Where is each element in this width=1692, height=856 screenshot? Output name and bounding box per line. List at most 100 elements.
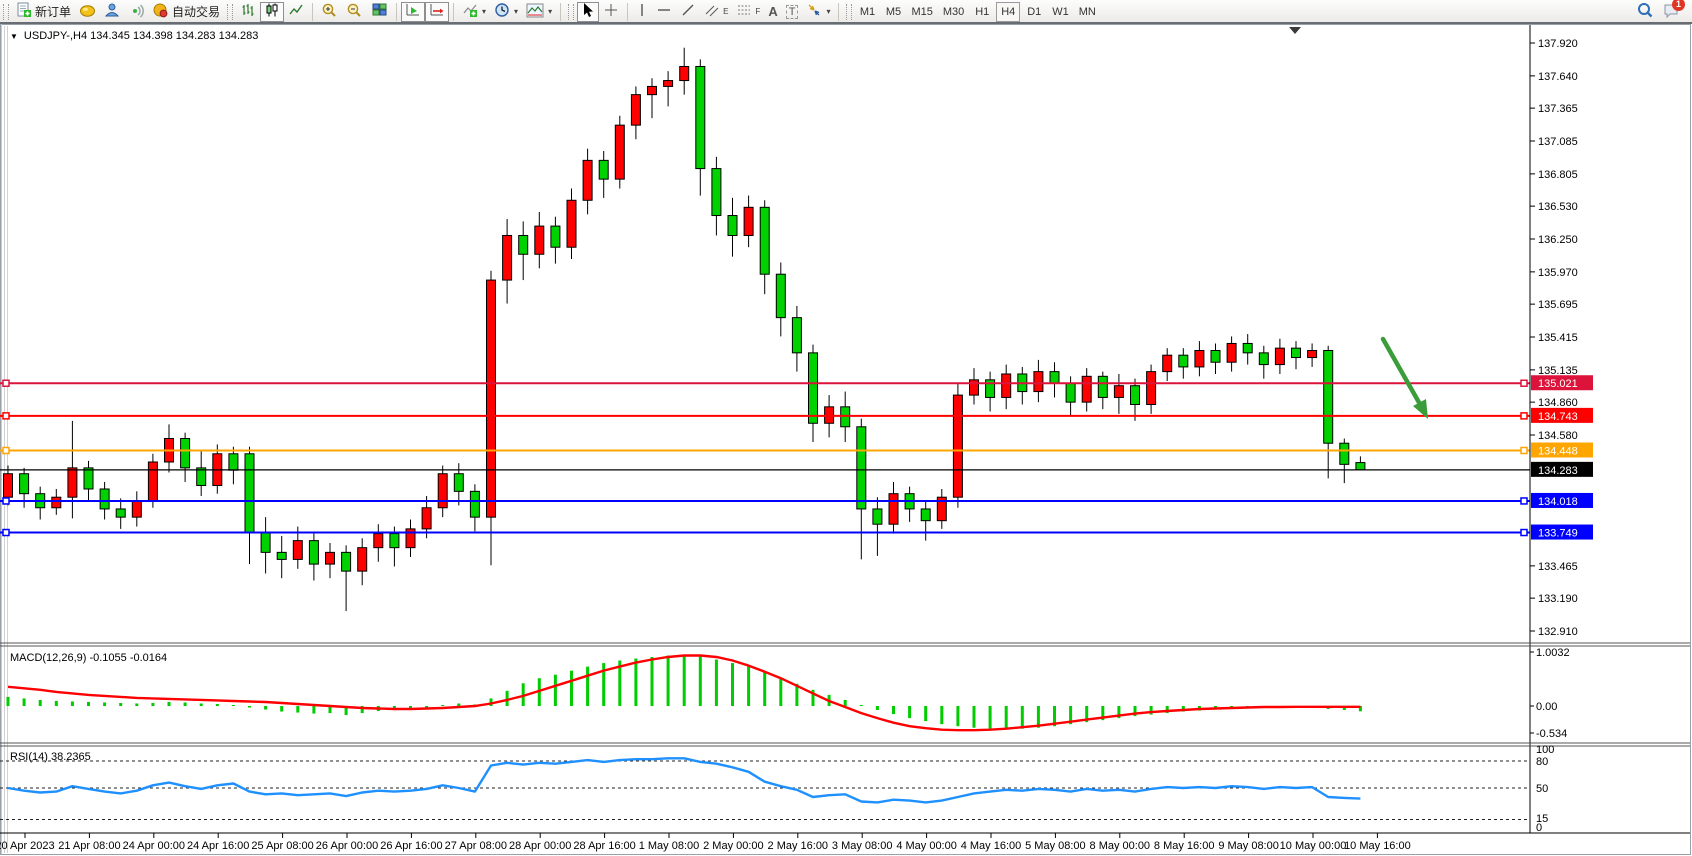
toolbar-grip[interactable] <box>227 4 233 20</box>
line-handle[interactable] <box>1521 413 1527 419</box>
candle <box>1082 376 1091 402</box>
price-axis-tick: 135.135 <box>1538 365 1578 377</box>
toolbar-grip[interactable] <box>568 4 574 20</box>
line-handle[interactable] <box>3 380 9 386</box>
auto-trading-button[interactable]: 自动交易 <box>148 2 224 22</box>
time-axis-label: 8 May 00:00 <box>1090 840 1151 852</box>
candle <box>1227 343 1236 362</box>
line-handle[interactable] <box>1521 380 1527 386</box>
macd-histogram-bar <box>667 656 670 707</box>
new-order-button[interactable]: 新订单 <box>12 2 75 22</box>
auto-scroll-button[interactable] <box>401 2 425 22</box>
notifications-button[interactable]: 1 <box>1658 2 1684 22</box>
price-axis-tick: 132.910 <box>1538 626 1578 638</box>
price-axis-tick: 136.250 <box>1538 234 1578 246</box>
toolbar-grip[interactable] <box>846 4 852 20</box>
time-axis-label: 4 May 00:00 <box>896 840 957 852</box>
candle <box>1324 350 1333 443</box>
time-axis-label: 2 May 00:00 <box>703 840 764 852</box>
signal-icon <box>128 2 144 21</box>
timeframe-button-D1[interactable]: D1 <box>1022 2 1046 22</box>
timeframe-button-M5[interactable]: M5 <box>881 2 905 22</box>
candle <box>309 541 318 564</box>
time-axis-label: 10 May 16:00 <box>1344 840 1411 852</box>
text-tool-button[interactable]: A <box>764 2 781 22</box>
timeframe-button-MN[interactable]: MN <box>1075 2 1100 22</box>
signals-button[interactable] <box>124 2 148 22</box>
chart-shift-button[interactable] <box>425 2 449 22</box>
candle <box>503 235 512 280</box>
periods-button[interactable]: ▾ <box>490 2 522 22</box>
price-axis-tick: 137.920 <box>1538 38 1578 50</box>
line-handle[interactable] <box>3 530 9 536</box>
time-axis-label: 10 May 00:00 <box>1280 840 1347 852</box>
time-axis-label: 8 May 16:00 <box>1154 840 1215 852</box>
macd-histogram-bar <box>216 704 219 706</box>
candle <box>1179 355 1188 367</box>
indicators-button[interactable]: ▾ <box>458 2 490 22</box>
new-order-icon <box>16 2 32 21</box>
timeframe-button-M15[interactable]: M15 <box>907 2 936 22</box>
rsi-axis-tick: 0 <box>1536 822 1542 834</box>
macd-histogram-bar <box>763 672 766 706</box>
line-chart-button[interactable] <box>284 2 308 22</box>
tile-windows-icon <box>371 2 388 21</box>
tile-windows-button[interactable] <box>367 2 392 22</box>
arrows-icon <box>806 2 822 21</box>
arrows-tool-button[interactable]: ▾ <box>802 2 834 22</box>
cursor-icon <box>581 2 595 21</box>
line-handle[interactable] <box>3 498 9 504</box>
line-handle[interactable] <box>3 413 9 419</box>
candle <box>970 380 979 395</box>
line-handle[interactable] <box>3 447 9 453</box>
text-label-tool-button[interactable]: T <box>782 2 803 22</box>
line-handle[interactable] <box>1521 530 1527 536</box>
time-axis-label: 21 Apr 08:00 <box>58 840 120 852</box>
candle <box>1211 350 1220 362</box>
chevron-down-icon: ▾ <box>826 7 830 16</box>
zoom-out-button[interactable] <box>342 2 367 22</box>
trendline-tool-button[interactable] <box>676 2 700 22</box>
macd-axis-tick: 0.00 <box>1536 701 1557 713</box>
horizontal-line-tool-button[interactable] <box>652 2 676 22</box>
template-icon <box>526 3 544 21</box>
templates-button[interactable]: ▾ <box>522 2 556 22</box>
chart-canvas[interactable]: 137.920137.640137.365137.085136.805136.5… <box>0 24 1692 856</box>
crosshair-tool-button[interactable] <box>599 2 623 22</box>
timeframe-button-H4[interactable]: H4 <box>996 2 1020 22</box>
timeframe-button-M1[interactable]: M1 <box>855 2 879 22</box>
macd-histogram-bar <box>151 703 154 706</box>
candlestick-chart-button[interactable] <box>260 2 284 22</box>
line-handle[interactable] <box>1521 447 1527 453</box>
candle <box>1050 372 1059 384</box>
candle <box>342 552 351 571</box>
cursor-tool-button[interactable] <box>577 2 599 22</box>
bar-chart-button[interactable] <box>236 2 260 22</box>
macd-histogram-bar <box>280 706 283 712</box>
candle <box>1114 386 1123 398</box>
search-button[interactable] <box>1632 2 1658 22</box>
candle <box>1292 348 1301 357</box>
candle <box>1131 386 1140 405</box>
line-handle[interactable] <box>1521 498 1527 504</box>
candle <box>20 474 29 494</box>
accounts-button[interactable] <box>100 2 124 22</box>
price-axis-tick: 137.640 <box>1538 71 1578 83</box>
market-watch-button[interactable] <box>75 2 100 22</box>
fibonacci-tool-button[interactable]: F <box>732 2 764 22</box>
candle <box>776 274 785 317</box>
candle <box>615 125 624 179</box>
candle <box>792 318 801 353</box>
chevron-down-icon: ▾ <box>548 7 552 16</box>
chart-menu-triangle-icon[interactable]: ▼ <box>10 32 18 41</box>
toolbar-grip[interactable] <box>3 4 9 20</box>
zoom-in-button[interactable] <box>317 2 342 22</box>
timeframe-button-M30[interactable]: M30 <box>939 2 968 22</box>
time-axis-label: 27 Apr 08:00 <box>445 840 507 852</box>
vertical-line-tool-button[interactable] <box>632 2 652 22</box>
bars-icon <box>240 2 256 21</box>
timeframe-button-W1[interactable]: W1 <box>1048 2 1073 22</box>
auto-trading-label: 自动交易 <box>172 3 220 20</box>
timeframe-button-H1[interactable]: H1 <box>970 2 994 22</box>
equidistant-channel-tool-button[interactable]: E <box>700 2 732 22</box>
